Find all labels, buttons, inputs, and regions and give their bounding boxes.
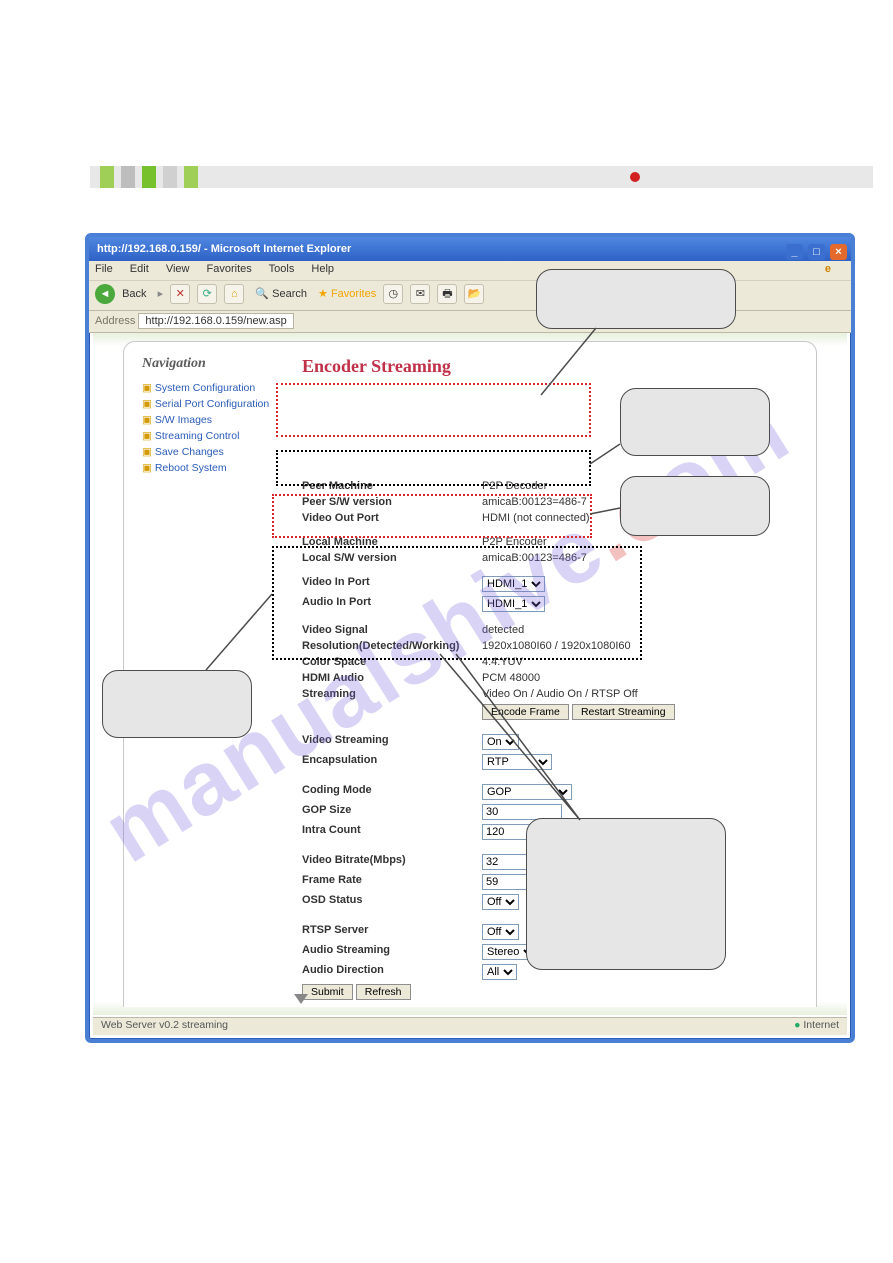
home-button[interactable]: ⌂ — [224, 284, 244, 304]
callout-box-5 — [526, 818, 726, 970]
menu-help[interactable]: Help — [311, 263, 334, 275]
submit-button[interactable]: Submit — [302, 984, 353, 1000]
hdmi-audio-label: HDMI Audio — [302, 672, 482, 684]
callout-box-4 — [102, 670, 252, 738]
header-sq-3 — [142, 166, 156, 188]
menubar: File Edit View Favorites Tools Help e — [89, 261, 851, 281]
encapsulation-label: Encapsulation — [302, 754, 482, 766]
window-minimize-button[interactable]: _ — [786, 244, 803, 260]
status-right-text: Internet — [803, 1019, 839, 1031]
window-maximize-button[interactable]: □ — [808, 244, 825, 260]
sidebar-item-serial-port[interactable]: Serial Port Configuration — [142, 398, 282, 410]
audio-direction-label: Audio Direction — [302, 964, 482, 976]
hdmi-audio-value: PCM 48000 — [482, 672, 540, 684]
header-sq-5 — [184, 166, 198, 188]
history-button[interactable]: ◷ — [383, 284, 403, 304]
osd-status-label: OSD Status — [302, 894, 482, 906]
sidebar-item-streaming-control[interactable]: Streaming Control — [142, 430, 282, 442]
intra-count-label: Intra Count — [302, 824, 482, 836]
refresh-button[interactable]: Refresh — [356, 984, 411, 1000]
header-red-dot-icon — [630, 172, 640, 182]
sidebar-header: Navigation — [142, 356, 282, 372]
streaming-status-label: Streaming — [302, 688, 482, 700]
stop-button[interactable]: ✕ — [170, 284, 190, 304]
status-bar: Web Server v0.2 streaming ● Internet — [93, 1017, 847, 1035]
encode-frame-button[interactable]: Encode Frame — [482, 704, 569, 720]
video-streaming-label: Video Streaming — [302, 734, 482, 746]
sidebar-item-save-changes[interactable]: Save Changes — [142, 446, 282, 458]
coding-mode-label: Coding Mode — [302, 784, 482, 796]
annotation-outline-signal — [272, 546, 642, 660]
frame-rate-label: Frame Rate — [302, 874, 482, 886]
video-streaming-select[interactable]: On — [482, 734, 519, 750]
annotation-outline-local — [276, 450, 591, 486]
encapsulation-select[interactable]: RTP — [482, 754, 552, 770]
toolbar: ◄ Back ▸ ✕ ⟳ ⌂ 🔍 Search ★ Favorites ◷ ✉ … — [89, 281, 851, 311]
forward-button[interactable]: ▸ — [158, 288, 164, 300]
menu-edit[interactable]: Edit — [130, 263, 149, 275]
address-url-field[interactable]: http://192.168.0.159/new.asp — [138, 313, 293, 329]
video-bitrate-label: Video Bitrate(Mbps) — [302, 854, 482, 866]
back-button-label[interactable]: Back — [122, 288, 146, 300]
callout-box-1 — [536, 269, 736, 329]
callout-box-2 — [620, 388, 770, 456]
callout-box-3 — [620, 476, 770, 536]
audio-direction-select[interactable]: All — [482, 964, 517, 980]
sidebar-item-reboot[interactable]: Reboot System — [142, 462, 282, 474]
address-bar: Address http://192.168.0.159/new.asp — [89, 311, 851, 333]
rtsp-server-select[interactable]: Off — [482, 924, 519, 940]
header-sq-2 — [121, 166, 135, 188]
header-sq-4 — [163, 166, 177, 188]
sidebar: Navigation System Configuration Serial P… — [142, 356, 282, 478]
menu-view[interactable]: View — [166, 263, 190, 275]
audio-streaming-label: Audio Streaming — [302, 944, 482, 956]
rtsp-server-label: RTSP Server — [302, 924, 482, 936]
page-header-strip — [90, 166, 873, 188]
search-button[interactable]: 🔍 Search — [255, 288, 307, 300]
ie-logo-icon: e — [825, 263, 831, 275]
sidebar-item-sw-images[interactable]: S/W Images — [142, 414, 282, 426]
refresh-button[interactable]: ⟳ — [197, 284, 217, 304]
header-sq-1 — [100, 166, 114, 188]
menu-favorites[interactable]: Favorites — [207, 263, 252, 275]
panel-tab-indicator-icon — [294, 994, 308, 1008]
print-button[interactable]: 🖶 — [437, 284, 457, 304]
streaming-status-value: Video On / Audio On / RTSP Off — [482, 688, 638, 700]
back-button-icon[interactable]: ◄ — [95, 284, 115, 304]
annotation-outline-peer — [276, 383, 591, 437]
window-close-button[interactable]: × — [830, 244, 847, 260]
menu-file[interactable]: File — [95, 263, 113, 275]
page-title: Encoder Streaming — [302, 356, 798, 377]
mail-button[interactable]: ✉ — [410, 284, 430, 304]
coding-mode-select[interactable]: GOP — [482, 784, 572, 800]
annotation-outline-inports — [272, 494, 592, 538]
osd-status-select[interactable]: Off — [482, 894, 519, 910]
status-left-text: Web Server v0.2 streaming — [101, 1019, 228, 1031]
open-button[interactable]: 📂 — [464, 284, 484, 304]
favorites-button[interactable]: ★ Favorites — [318, 288, 376, 300]
window-titlebar: http://192.168.0.159/ - Microsoft Intern… — [89, 237, 851, 261]
address-label: Address — [95, 315, 135, 327]
globe-icon: ● — [794, 1019, 803, 1031]
menu-tools[interactable]: Tools — [269, 263, 295, 275]
sidebar-item-system-config[interactable]: System Configuration — [142, 382, 282, 394]
gop-size-label: GOP Size — [302, 804, 482, 816]
restart-streaming-button[interactable]: Restart Streaming — [572, 704, 675, 720]
window-title: http://192.168.0.159/ - Microsoft Intern… — [97, 243, 351, 255]
